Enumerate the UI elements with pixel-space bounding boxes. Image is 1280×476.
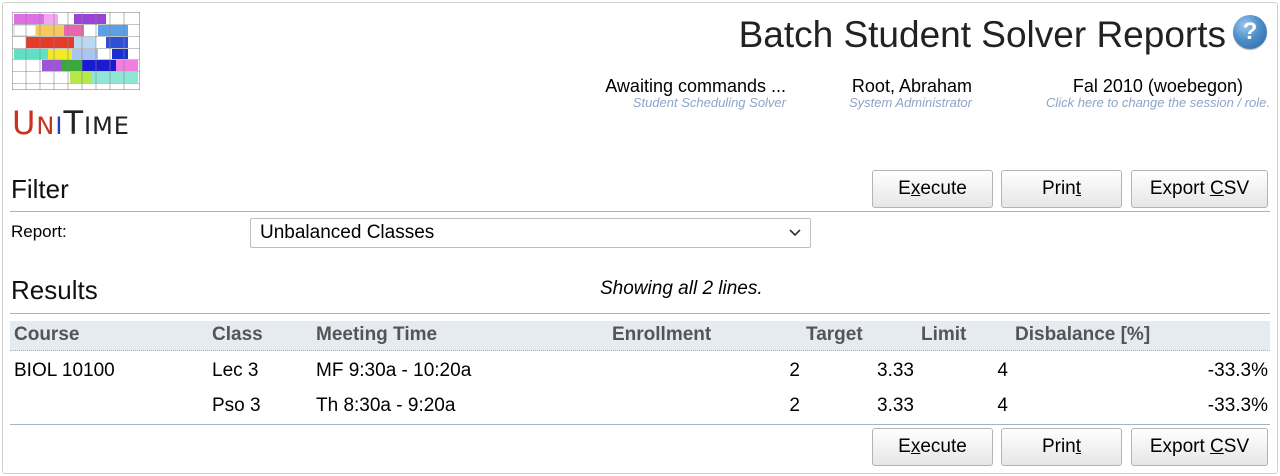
filter-title: Filter (11, 174, 69, 204)
report-label: Report: (11, 222, 67, 241)
report-select-value: Unbalanced Classes (260, 222, 435, 243)
cell-course: BIOL 10100 (14, 360, 115, 381)
column-header-meeting-time[interactable]: Meeting Time (316, 324, 437, 346)
solver-status-text: Awaiting commands ... (605, 76, 786, 96)
session-name: Fal 2010 (woebegon) (1072, 76, 1243, 96)
print-button[interactable]: Print (1001, 170, 1122, 208)
results-bottom-divider (10, 424, 1270, 425)
execute-button[interactable]: Execute (872, 170, 993, 208)
cell-meeting-time: Th 8:30a - 9:20a (316, 395, 456, 416)
results-title: Results (11, 275, 98, 305)
cell-target: 3.33 (877, 360, 914, 381)
user-info[interactable]: Root, Abraham System Administrator (849, 76, 972, 110)
timetable-grid-icon (12, 12, 140, 90)
column-header-class[interactable]: Class (212, 324, 263, 346)
cell-enrollment: 2 (789, 360, 800, 381)
column-header-enrollment[interactable]: Enrollment (612, 324, 711, 346)
cell-disbalance: -33.3% (1207, 360, 1268, 381)
results-count-message: Showing all 2 lines. (600, 278, 763, 299)
column-header-course[interactable]: Course (14, 324, 79, 346)
column-header-disbalance[interactable]: Disbalance [%] (1015, 324, 1150, 346)
cell-limit: 4 (997, 395, 1008, 416)
page-title: Batch Student Solver Reports (738, 14, 1226, 55)
user-role: System Administrator (848, 95, 972, 110)
cell-target: 3.33 (877, 395, 914, 416)
execute-button-bottom[interactable]: Execute (872, 428, 993, 466)
export-csv-button-bottom[interactable]: Export CSV (1131, 428, 1268, 466)
unitime-logo[interactable]: UNITIME (12, 12, 142, 142)
cell-class: Lec 3 (212, 360, 259, 381)
cell-limit: 4 (997, 360, 1008, 381)
solver-status-sub: Student Scheduling Solver (632, 95, 786, 110)
chevron-down-icon (789, 229, 801, 237)
column-header-limit[interactable]: Limit (921, 324, 966, 346)
logo-wordmark: UNITIME (12, 104, 130, 142)
help-icon[interactable]: ? (1233, 15, 1267, 49)
column-header-target[interactable]: Target (806, 324, 863, 346)
results-divider (10, 313, 1270, 314)
cell-class: Pso 3 (212, 395, 261, 416)
cell-enrollment: 2 (789, 395, 800, 416)
filter-divider (10, 211, 1270, 212)
cell-disbalance: -33.3% (1207, 395, 1268, 416)
results-table-header: Course Class Meeting Time Enrollment Tar… (10, 321, 1270, 351)
session-change-link[interactable]: Click here to change the session / role. (1046, 96, 1270, 110)
print-button-bottom[interactable]: Print (1001, 428, 1122, 466)
solver-status[interactable]: Awaiting commands ... Student Scheduling… (605, 76, 786, 110)
export-csv-button[interactable]: Export CSV (1131, 170, 1268, 208)
user-name: Root, Abraham (851, 76, 972, 96)
session-selector[interactable]: Fal 2010 (woebegon) Click here to change… (1046, 76, 1270, 110)
report-select[interactable]: Unbalanced Classes (250, 218, 811, 248)
cell-meeting-time: MF 9:30a - 10:20a (316, 360, 472, 381)
